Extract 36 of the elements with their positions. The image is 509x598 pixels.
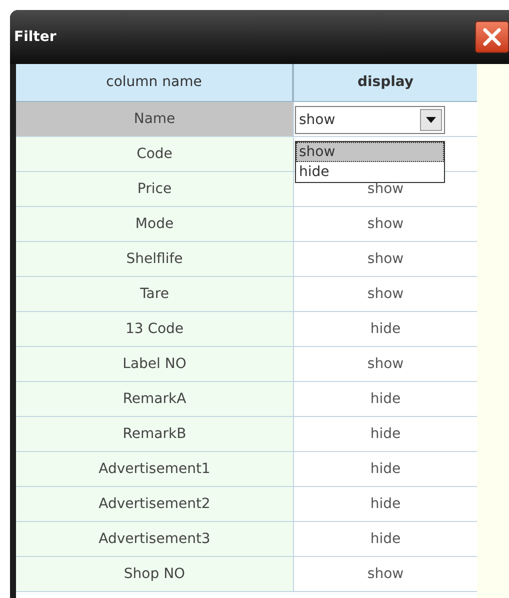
dropdown-option[interactable]: show: [296, 142, 444, 162]
table-cell-text: hide: [370, 494, 401, 514]
table-cell: Shop NO: [16, 557, 294, 591]
table-cell: Price: [16, 172, 294, 206]
table-cell: Code: [16, 137, 294, 171]
table-cell: RemarkB: [16, 417, 294, 451]
table-cell-text: show: [367, 564, 404, 584]
column-header[interactable]: display: [294, 64, 477, 101]
table-cell: 13 Code: [16, 312, 294, 346]
caret-icon: [426, 117, 436, 123]
table-cell-text: hide: [370, 530, 401, 548]
table-cell: Advertisement1: [16, 452, 294, 486]
table-cell: Shelflife: [16, 242, 294, 276]
table-cell: Advertisement2: [16, 487, 294, 521]
dropdown-field[interactable]: show: [295, 106, 445, 134]
table-cell-text: show: [367, 214, 404, 234]
table-cell-text: show: [367, 354, 404, 374]
dropdown-arrow-button[interactable]: [420, 109, 442, 131]
table-cell: Advertisement3: [16, 522, 294, 556]
table-cell: Mode: [16, 207, 294, 241]
table-cell-text: hide: [370, 424, 401, 444]
table-cell-text: show: [367, 250, 404, 268]
close-button[interactable]: [475, 21, 509, 53]
table-cell-text: hide: [370, 460, 401, 478]
window-title: Filter: [14, 28, 56, 46]
table-cell: Name: [16, 102, 294, 136]
dropdown-value: show: [299, 110, 336, 130]
table-cell-text: show: [367, 284, 404, 304]
table-cell: Tare: [16, 277, 294, 311]
dropdown-option[interactable]: hide: [296, 162, 444, 182]
table-cell-text: show: [367, 180, 404, 198]
table-cell: RemarkA: [16, 382, 294, 416]
table-cell: Label NO: [16, 347, 294, 381]
table-cell-text: hide: [370, 390, 401, 408]
table-cell-text: hide: [370, 320, 401, 338]
close-icon: [482, 27, 502, 47]
